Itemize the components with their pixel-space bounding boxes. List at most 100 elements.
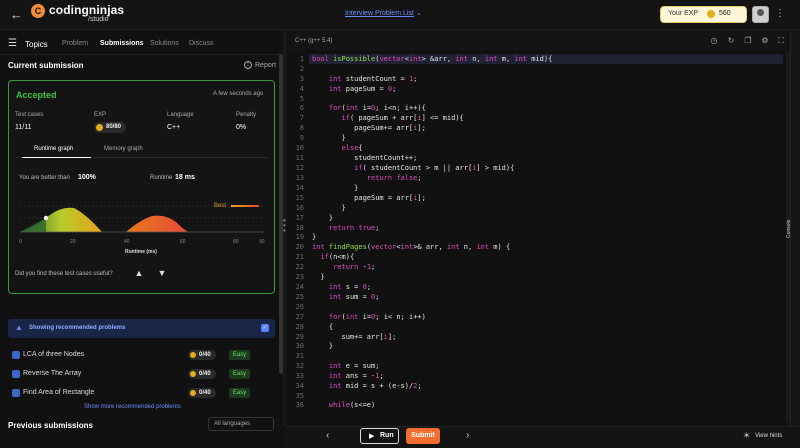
line-number: 25 <box>295 293 304 301</box>
meta-value-testcases: 11/11 <box>15 124 32 131</box>
submit-button[interactable]: Submit <box>406 428 440 444</box>
code-line: return -1; <box>333 263 376 271</box>
tab-submissions[interactable]: Submissions <box>100 40 144 47</box>
x-tick: 20 <box>70 239 76 245</box>
logo-subtext: /studio <box>88 16 109 23</box>
thumbs-up-icon: ▲ <box>15 323 23 332</box>
runtime-label: Runtime <box>150 175 173 181</box>
meta-label-testcases: Test cases <box>15 112 44 118</box>
line-number: 18 <box>295 224 304 232</box>
code-line: while(s<=e) <box>328 401 376 409</box>
problem-link[interactable]: Find Area of Rectangle <box>23 389 94 396</box>
line-number: 9 <box>299 134 304 142</box>
tab-problem[interactable]: Problem <box>62 40 88 47</box>
console-label[interactable]: Console <box>786 220 792 238</box>
line-number: 20 <box>295 243 304 251</box>
line-number: 1 <box>299 55 304 63</box>
logo-icon[interactable]: C <box>31 4 45 18</box>
problem-list-link[interactable]: Interview Problem List <box>345 10 414 17</box>
code-line: } <box>312 273 325 281</box>
meta-label-language: Language <box>167 112 194 118</box>
fullscreen-icon[interactable]: ⛶ <box>776 36 786 46</box>
gear-icon[interactable]: ⚙ <box>760 36 770 46</box>
line-number: 33 <box>295 372 304 380</box>
line-number: 32 <box>295 362 304 370</box>
line-number: 22 <box>295 263 304 271</box>
code-line: } <box>312 342 334 350</box>
coin-icon <box>190 352 196 358</box>
meta-label-penalty: Penalty <box>236 112 257 118</box>
tab-runtime-graph[interactable]: Runtime graph <box>34 146 73 152</box>
coin-icon <box>96 124 103 131</box>
line-number: 31 <box>295 352 304 360</box>
code-line: if( studentCount > m || arr[i] > mid){ <box>354 164 515 172</box>
code-line: } <box>312 204 346 212</box>
code-line: int findPages(vector<int>& arr, int n, i… <box>312 243 511 251</box>
copy-icon[interactable]: ❐ <box>743 36 753 46</box>
line-number: 23 <box>295 273 304 281</box>
better-than-value: 100% <box>78 174 96 181</box>
timer-icon[interactable]: ◷ <box>709 36 719 46</box>
runtime-graph <box>20 205 264 233</box>
code-line: pageSum+= arr[i]; <box>312 124 426 132</box>
recommended-label: Showing recommended problems <box>29 325 126 331</box>
status-accepted: Accepted <box>16 90 57 100</box>
x-axis-label: Runtime (ms) <box>125 249 157 255</box>
x-tick: 90 <box>259 239 265 245</box>
chevron-down-icon[interactable]: ⌄ <box>416 9 422 17</box>
code-line: if( pageSum + arr[i] <= mid){ <box>341 114 464 122</box>
meta-value-penalty: 0% <box>236 124 247 131</box>
more-menu-icon[interactable]: ⋮ <box>775 8 785 19</box>
coin-icon <box>190 390 196 396</box>
line-number: 13 <box>295 174 304 182</box>
report-button[interactable]: Report <box>255 62 276 69</box>
line-number: 21 <box>295 253 304 261</box>
view-hints-button[interactable]: View hints <box>755 433 782 439</box>
line-number: 34 <box>295 382 304 390</box>
problem-exp: 0/40 <box>199 371 211 377</box>
line-number: 11 <box>295 154 304 162</box>
exp-label: Your EXP <box>668 10 699 17</box>
line-number: 15 <box>295 194 304 202</box>
line-number: 17 <box>295 214 304 222</box>
next-problem-icon[interactable]: › <box>466 430 469 441</box>
topics-button[interactable]: Topics <box>25 40 48 49</box>
line-number: 35 <box>295 392 304 400</box>
thumbs-up-icon[interactable]: ▲ <box>133 268 145 280</box>
x-tick: 80 <box>233 239 239 245</box>
problem-link[interactable]: Reverse The Array <box>23 370 81 377</box>
code-line: else{ <box>341 144 363 152</box>
topics-menu-icon[interactable]: ☰ <box>8 38 17 49</box>
show-more-link[interactable]: Show more recommended problems <box>84 404 181 410</box>
code-line: } <box>312 184 359 192</box>
tab-solutions[interactable]: Solutions <box>150 40 179 47</box>
problem-link[interactable]: LCA of three Nodes <box>23 351 84 358</box>
code-line: int studentCount = 1; <box>328 75 418 83</box>
code-line: bool isPossible(vector<int> &arr, int n,… <box>312 55 553 63</box>
tab-memory-graph[interactable]: Memory graph <box>104 146 143 152</box>
meta-value-language: C++ <box>167 124 181 131</box>
previous-problem-icon[interactable]: ‹ <box>326 430 329 441</box>
line-number: 36 <box>295 401 304 409</box>
avatar-head-icon <box>757 9 764 16</box>
line-number: 30 <box>295 342 304 350</box>
language-select[interactable]: C++ (g++ 5.4) <box>295 38 332 44</box>
code-line: return false; <box>366 174 422 182</box>
logo-text[interactable]: codingninjas <box>49 3 124 17</box>
thumbs-down-icon[interactable]: ▼ <box>156 268 168 280</box>
line-number: 8 <box>299 124 304 132</box>
tab-discuss[interactable]: Discuss <box>189 40 214 47</box>
user-runtime-marker <box>43 215 49 221</box>
back-arrow-icon[interactable]: ← <box>10 8 24 22</box>
checkbox-checked-icon[interactable]: ✓ <box>261 324 269 332</box>
user-runtime-area <box>20 218 46 232</box>
lightbulb-icon[interactable]: ☀ <box>743 431 750 440</box>
line-number: 14 <box>295 184 304 192</box>
run-label: Run <box>380 432 394 439</box>
report-icon[interactable]: ! <box>244 61 252 69</box>
line-number: 3 <box>299 75 304 83</box>
problem-icon <box>12 389 20 397</box>
code-line: studentCount++; <box>312 154 418 162</box>
refresh-icon[interactable]: ↻ <box>726 36 736 46</box>
useful-question: Did you find these test cases useful? <box>15 271 113 277</box>
